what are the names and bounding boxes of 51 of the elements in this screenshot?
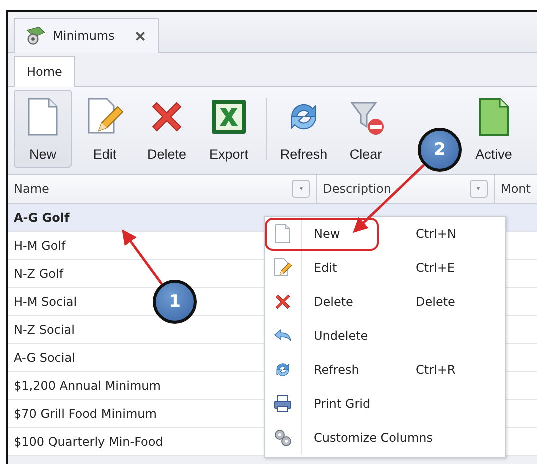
menu-label: Customize Columns xyxy=(314,430,434,447)
menu-label: Undelete xyxy=(314,328,370,345)
menu-item[interactable]: Edit Ctrl+E xyxy=(265,251,505,285)
menu-item[interactable]: Print Grid xyxy=(265,387,505,421)
column-label: Name xyxy=(14,182,50,196)
shortcut-text: Delete xyxy=(416,295,456,309)
pencil-page-icon xyxy=(273,258,293,278)
table-cell: N-Z Golf xyxy=(14,266,64,280)
table-cell: $70 Grill Food Minimum xyxy=(14,406,157,420)
toolbar-button[interactable]: Export xyxy=(200,90,258,168)
toolbar-button[interactable]: Edit xyxy=(76,90,134,168)
column-header[interactable]: Mont xyxy=(494,175,537,203)
gears-icon xyxy=(273,428,293,448)
menu-item[interactable]: Delete Delete xyxy=(265,285,505,319)
document-tab[interactable]: Minimums xyxy=(14,18,159,53)
menu-item[interactable]: Undelete xyxy=(265,319,505,353)
table-cell: H-M Golf xyxy=(14,238,66,252)
x-icon xyxy=(273,292,293,312)
caret-icon xyxy=(298,187,305,191)
menu-label: Refresh xyxy=(314,362,360,379)
table-cell: A-G Golf xyxy=(14,210,70,224)
menu-label: Delete xyxy=(314,294,354,311)
column-label: Description xyxy=(323,182,392,196)
filter-dropdown-button[interactable] xyxy=(470,180,488,198)
toolbar-button[interactable]: Delete xyxy=(138,90,196,168)
shortcut-text: Ctrl+E xyxy=(416,261,455,275)
menu-label: Print Grid xyxy=(314,396,372,413)
table-cell: $100 Quarterly Min-Food xyxy=(14,434,164,448)
spreadsheet-icon xyxy=(209,97,249,137)
toolbar-button[interactable]: Refresh xyxy=(275,90,333,168)
page-icon xyxy=(273,224,293,244)
toolbar-button[interactable]: Active xyxy=(465,90,523,168)
callout-arrow xyxy=(122,230,164,285)
ribbon-tab[interactable]: Home xyxy=(14,56,76,87)
menu-item[interactable]: Refresh Ctrl+R xyxy=(265,353,505,387)
table-cell: H-M Social xyxy=(14,294,78,308)
toolbar-button[interactable]: Clear xyxy=(337,90,395,168)
shortcut-text: Ctrl+R xyxy=(416,363,456,377)
menu-label: Edit xyxy=(314,260,338,277)
table-cell: N-Z Social xyxy=(14,322,75,336)
column-header[interactable]: Description xyxy=(317,175,495,203)
menu-item[interactable]: Customize Columns xyxy=(265,421,505,455)
caret-icon xyxy=(475,187,482,191)
tag-icon xyxy=(25,25,47,47)
column-header[interactable]: Name xyxy=(8,175,318,203)
toolbar-button[interactable]: New xyxy=(14,90,72,168)
table-cell: $1,200 Annual Minimum xyxy=(14,378,161,392)
printer-icon xyxy=(273,394,293,414)
tab-title: Minimums xyxy=(53,29,115,43)
table-cell: A-G Social xyxy=(14,350,76,364)
filter-dropdown-button[interactable] xyxy=(292,180,310,198)
